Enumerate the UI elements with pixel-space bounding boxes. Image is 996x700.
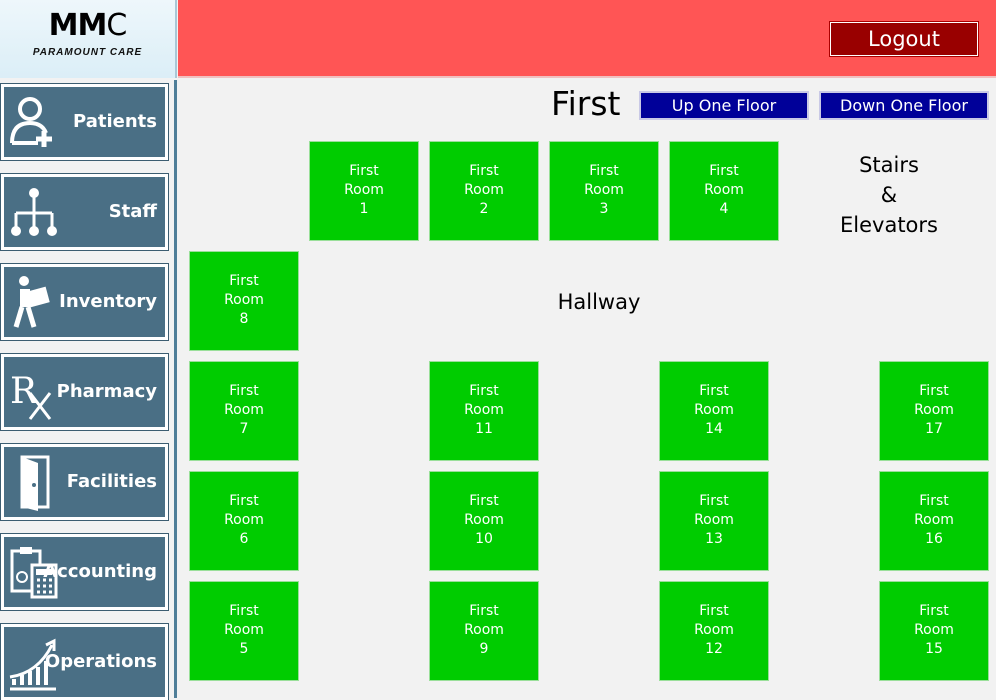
sidebar-item-accounting[interactable]: Accounting xyxy=(1,534,168,610)
sidebar-item-label: Pharmacy xyxy=(56,381,157,402)
sidebar-item-label: Staff xyxy=(108,201,157,222)
room-5[interactable]: First Room 5 xyxy=(189,581,299,681)
room-6[interactable]: First Room 6 xyxy=(189,471,299,571)
room-10[interactable]: First Room 10 xyxy=(429,471,539,571)
room-12[interactable]: First Room 12 xyxy=(659,581,769,681)
door-icon xyxy=(20,455,50,511)
room-7[interactable]: First Room 7 xyxy=(189,361,299,461)
room-16[interactable]: First Room 16 xyxy=(879,471,989,571)
room-2[interactable]: First Room 2 xyxy=(429,141,539,241)
sidebar-item-operations[interactable]: Operations xyxy=(1,624,168,700)
sidebar-item-patients[interactable]: Patients xyxy=(1,84,168,160)
sidebar-item-label: Inventory xyxy=(59,291,157,312)
sidebar-item-label: Patients xyxy=(73,111,157,132)
room-11[interactable]: First Room 11 xyxy=(429,361,539,461)
room-4[interactable]: First Room 4 xyxy=(669,141,779,241)
logo-subtitle: PARAMOUNT CARE xyxy=(32,47,143,58)
room-8[interactable]: First Room 8 xyxy=(189,251,299,351)
stairs-elevators-label: Stairs & Elevators xyxy=(840,153,938,237)
room-1[interactable]: First Room 1 xyxy=(309,141,419,241)
room-17[interactable]: First Room 17 xyxy=(879,361,989,461)
room-9[interactable]: First Room 9 xyxy=(429,581,539,681)
sidebar-item-pharmacy[interactable]: R Pharmacy xyxy=(1,354,168,430)
patient-icon xyxy=(10,97,52,147)
room-13[interactable]: First Room 13 xyxy=(659,471,769,571)
hallway-label: Hallway xyxy=(557,290,641,314)
rx-icon: R xyxy=(10,371,52,420)
sidebar-item-facilities[interactable]: Facilities xyxy=(1,444,168,520)
logo-mark: MMC xyxy=(48,8,128,43)
svg-text:R: R xyxy=(10,371,38,412)
org-chart-icon xyxy=(11,188,57,236)
down-one-floor-button[interactable]: Down One Floor xyxy=(819,91,989,120)
person-carrying-box-icon xyxy=(13,276,50,328)
sidebar: Patients Staff Inventory R Pharmacy Faci… xyxy=(0,80,177,700)
up-one-floor-button[interactable]: Up One Floor xyxy=(639,91,809,120)
sidebar-item-staff[interactable]: Staff xyxy=(1,174,168,250)
app-logo: MMC PARAMOUNT CARE xyxy=(0,0,177,78)
floor-title: First xyxy=(551,84,621,123)
room-3[interactable]: First Room 3 xyxy=(549,141,659,241)
room-15[interactable]: First Room 15 xyxy=(879,581,989,681)
sidebar-item-label: Operations xyxy=(44,651,157,672)
logout-button[interactable]: Logout xyxy=(830,22,978,56)
sidebar-item-label: Accounting xyxy=(43,561,157,582)
sidebar-item-inventory[interactable]: Inventory xyxy=(1,264,168,340)
sidebar-item-label: Facilities xyxy=(66,471,157,492)
room-14[interactable]: First Room 14 xyxy=(659,361,769,461)
